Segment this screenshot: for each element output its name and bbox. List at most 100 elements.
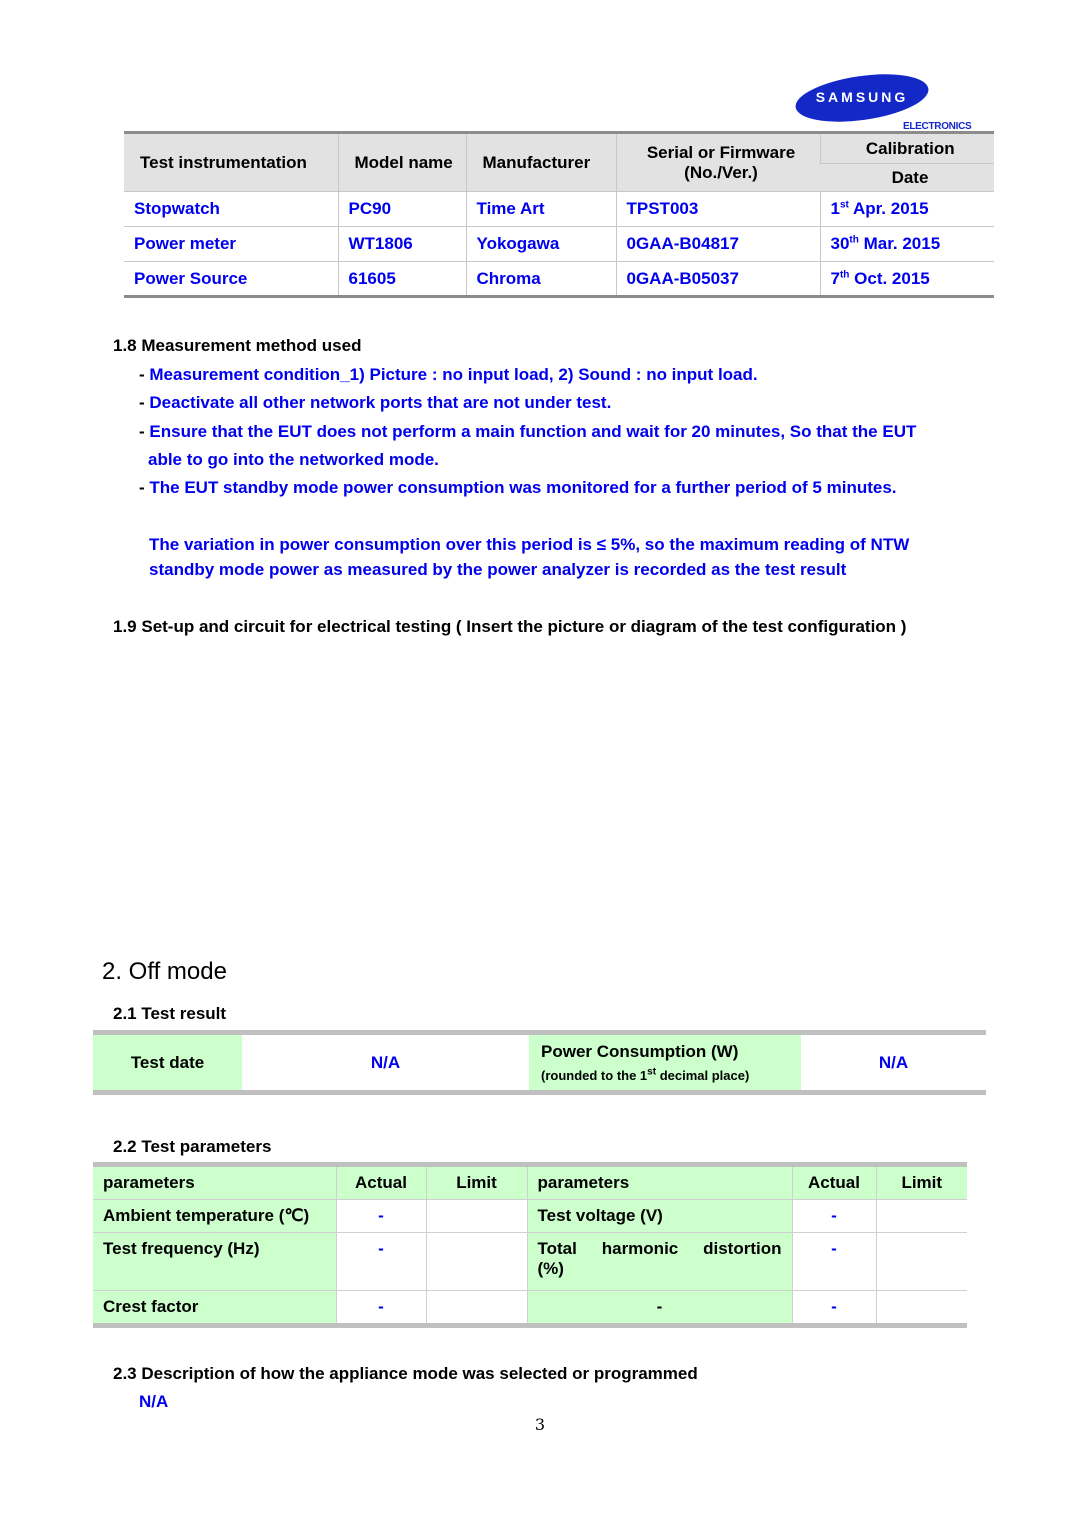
cell-instrument: Power meter: [124, 226, 338, 262]
header-serial-line2: (No./Ver.): [684, 162, 758, 182]
cell-serial: 0GAA-B05037: [615, 261, 820, 297]
table-row: Test date N/A Power Consumption (W) (rou…: [93, 1032, 986, 1093]
table-header-row: parameters Actual Limit parameters Actua…: [93, 1164, 967, 1200]
test-parameters-heading: 2.2 Test parameters: [113, 1137, 272, 1156]
param-actual: -: [335, 1290, 427, 1326]
bullet-text: Ensure that the EUT does not perform a m…: [149, 422, 917, 441]
header-model: Model name: [337, 132, 466, 192]
param-limit: [875, 1232, 967, 1291]
param-name: Test frequency (Hz): [93, 1232, 337, 1291]
param-name: -: [526, 1290, 793, 1326]
table-row: Stopwatch PC90 Time Art TPST003 1st Apr.…: [124, 191, 994, 227]
cal-month-year: Oct. 2015: [849, 268, 930, 288]
table-row: Power Source 61605 Chroma 0GAA-B05037 7t…: [124, 261, 994, 297]
bullet-dash: -: [139, 393, 150, 412]
test-result-table: Test date N/A Power Consumption (W) (rou…: [93, 1030, 986, 1095]
description-value: N/A: [139, 1392, 169, 1411]
page-number: 3: [534, 1415, 546, 1434]
param-limit: [425, 1199, 528, 1233]
param-name: Total harmonic distortion (%): [526, 1232, 793, 1291]
table-row: Power meter WT1806 Yokogawa 0GAA-B04817 …: [124, 226, 994, 262]
header-serial: Serial or Firmware (No./Ver.): [615, 132, 820, 192]
power-note-sup: st: [647, 1066, 657, 1078]
method-bullet: - Deactivate all other network ports tha…: [139, 393, 611, 413]
header-limit: Limit: [425, 1164, 528, 1200]
method-bullet-continuation: able to go into the networked mode.: [148, 450, 439, 469]
bullet-dash: -: [139, 365, 150, 384]
cell-serial: TPST003: [615, 191, 820, 227]
cal-suffix: th: [849, 234, 859, 246]
cal-month-year: Apr. 2015: [848, 199, 929, 218]
cell-manufacturer: Chroma: [465, 261, 616, 297]
instrumentation-table: Test instrumentation Model name Manufact…: [124, 131, 994, 298]
param-limit: [425, 1290, 528, 1326]
cell-manufacturer: Yokogawa: [465, 226, 616, 262]
samsung-logo: SAMSUNG: [792, 66, 932, 130]
power-note: (rounded to the 1st decimal place): [541, 1066, 801, 1083]
cal-suffix: st: [839, 199, 849, 211]
table-row: Crest factor - - -: [93, 1290, 967, 1326]
section-1-8-heading: 1.8 Measurement method used: [113, 336, 362, 355]
cal-day: 30: [830, 234, 850, 253]
bullet-text: Deactivate all other network ports that …: [149, 393, 612, 412]
table-header-row: Test instrumentation Model name Manufact…: [124, 132, 994, 192]
method-bullet: - Measurement condition_1) Picture : no …: [139, 365, 758, 385]
cell-calibration-date: 1st Apr. 2015: [819, 191, 994, 227]
bullet-dash: -: [139, 422, 150, 441]
header-serial-line1: Serial or Firmware: [646, 142, 796, 162]
cell-instrument: Power Source: [124, 261, 338, 297]
test-parameters-table: parameters Actual Limit parameters Actua…: [93, 1162, 967, 1328]
header-instrument: Test instrumentation: [124, 132, 338, 192]
cal-suffix: th: [839, 268, 850, 280]
method-bullet: - Ensure that the EUT does not perform a…: [139, 422, 916, 442]
test-date-label: Test date: [93, 1032, 242, 1093]
cell-model: PC90: [337, 191, 466, 227]
cell-calibration-date: 7th Oct. 2015: [819, 261, 994, 297]
header-calibration: Calibration: [819, 132, 994, 164]
logo-wordmark: SAMSUNG: [815, 89, 909, 105]
header-actual: Actual: [335, 1164, 427, 1200]
table-row: Ambient temperature (℃) - Test voltage (…: [93, 1199, 967, 1233]
description-heading: 2.3 Description of how the appliance mod…: [113, 1364, 698, 1383]
bullet-dash: -: [139, 478, 150, 497]
variation-text-line1: The variation in power consumption over …: [149, 535, 910, 554]
cell-manufacturer: Time Art: [465, 191, 616, 227]
header-parameters: parameters: [526, 1164, 793, 1200]
param-limit: [425, 1232, 528, 1291]
header-actual: Actual: [791, 1164, 877, 1200]
power-note-post: decimal place): [656, 1068, 750, 1083]
table-row: Test frequency (Hz) - Total harmonic dis…: [93, 1232, 967, 1291]
param-name: Test voltage (V): [526, 1199, 793, 1233]
method-bullet: - The EUT standby mode power consumption…: [139, 478, 897, 498]
param-limit: [875, 1199, 967, 1233]
variation-text-line2: standby mode power as measured by the po…: [149, 560, 847, 579]
section-1-9-heading: 1.9 Set-up and circuit for electrical te…: [113, 617, 907, 636]
header-date: Date: [820, 163, 994, 192]
cal-day: 7: [830, 268, 840, 288]
param-name: Crest factor: [93, 1290, 337, 1326]
param-actual: -: [791, 1290, 877, 1326]
cal-day: 1: [830, 199, 840, 218]
bullet-text: Measurement condition_1) Picture : no in…: [149, 365, 758, 384]
param-actual: -: [335, 1199, 427, 1233]
param-actual: -: [791, 1232, 877, 1291]
cell-serial: 0GAA-B04817: [615, 226, 820, 262]
power-note-pre: (rounded to the 1: [541, 1068, 648, 1083]
off-mode-title: 2. Off mode: [102, 958, 227, 985]
param-limit: [875, 1290, 967, 1326]
header-parameters: parameters: [93, 1164, 337, 1200]
power-consumption-label: Power Consumption (W) (rounded to the 1s…: [529, 1032, 801, 1093]
power-consumption-value: N/A: [878, 1052, 909, 1072]
cell-instrument: Stopwatch: [124, 191, 338, 227]
param-name: Ambient temperature (℃): [93, 1199, 337, 1233]
cell-model: WT1806: [337, 226, 466, 262]
test-date-value: N/A: [370, 1052, 401, 1072]
header-limit: Limit: [875, 1164, 967, 1200]
cell-model: 61605: [337, 261, 466, 297]
param-actual: -: [335, 1232, 427, 1291]
param-actual: -: [791, 1199, 877, 1233]
header-manufacturer: Manufacturer: [465, 132, 616, 192]
test-result-heading: 2.1 Test result: [113, 1004, 227, 1023]
bullet-text: The EUT standby mode power consumption w…: [149, 478, 897, 497]
power-label: Power Consumption (W): [541, 1042, 739, 1061]
